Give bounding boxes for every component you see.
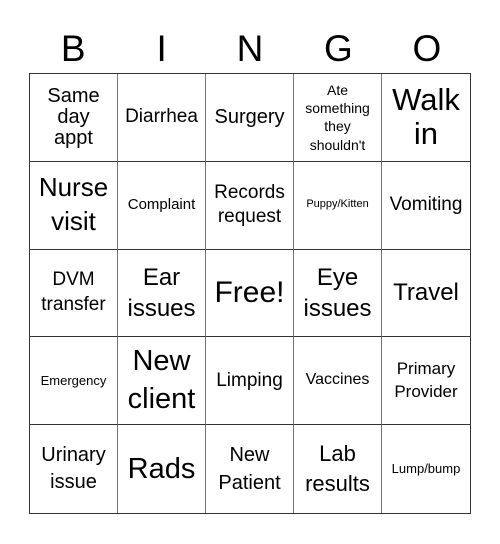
bingo-cell[interactable]: Diarrhea [118, 74, 206, 162]
bingo-cell[interactable]: Complaint [118, 161, 206, 250]
bingo-cell[interactable]: Rads [118, 425, 206, 513]
bingo-cell[interactable]: New client [118, 337, 206, 426]
bingo-cell[interactable]: Same day appt [30, 74, 118, 162]
bingo-cell[interactable]: Primary Provider [382, 337, 470, 426]
bingo-cell[interactable]: Vomiting [382, 162, 470, 250]
bingo-cell[interactable]: Records request [206, 161, 294, 250]
bingo-cell[interactable]: Vaccines [294, 337, 382, 426]
bingo-cell[interactable]: Free! [206, 249, 294, 338]
bingo-cell[interactable]: DVM transfer [30, 249, 118, 338]
bingo-cell[interactable]: Lab results [294, 425, 382, 513]
bingo-cell[interactable]: Emergency [30, 337, 118, 426]
bingo-cell[interactable]: Ear issues [118, 249, 206, 338]
bingo-cell[interactable]: Travel [382, 250, 470, 338]
bingo-cell[interactable]: Urinary issue [30, 425, 118, 513]
bingo-grid: Same day appt Diarrhea Surgery Ate somet… [29, 73, 471, 514]
header-letter-g: G [324, 28, 353, 69]
header-letter-o: O [412, 28, 442, 69]
header-letter-n: N [236, 28, 264, 69]
bingo-cell[interactable]: New Patient [206, 425, 294, 513]
bingo-cell[interactable]: Eye issues [294, 249, 382, 338]
bingo-cell[interactable]: Ate something they shouldn't [294, 74, 382, 162]
bingo-header: B I N G O [29, 26, 471, 72]
bingo-cell[interactable]: Surgery [206, 74, 294, 162]
bingo-cell[interactable]: Puppy/Kitten [294, 161, 382, 250]
bingo-cell[interactable]: Lump/bump [382, 425, 470, 513]
header-letter-b: B [60, 28, 86, 69]
bingo-cell[interactable]: Nurse visit [30, 161, 118, 250]
bingo-cell[interactable]: Walk in [382, 74, 470, 162]
bingo-cell[interactable]: Limping [206, 337, 294, 426]
header-letter-i: I [156, 28, 167, 69]
